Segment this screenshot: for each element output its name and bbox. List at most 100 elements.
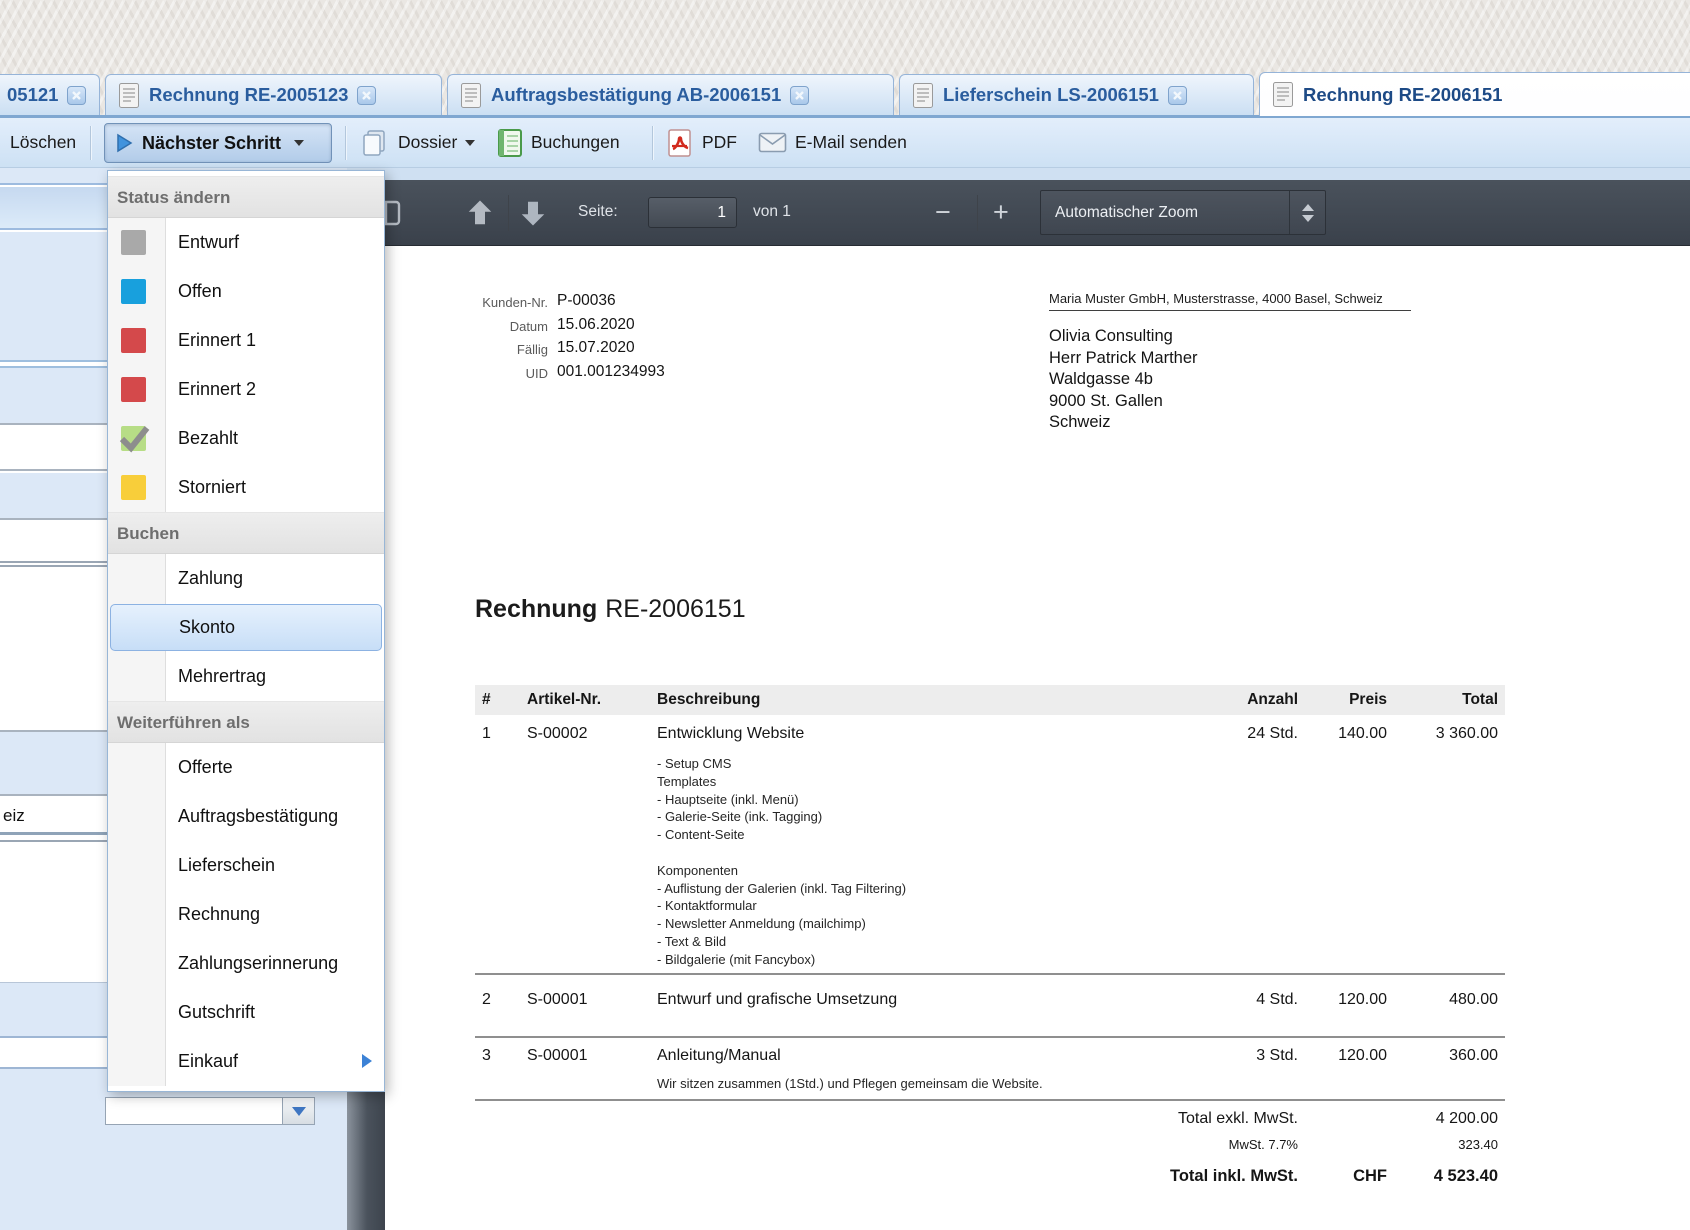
zoom-select[interactable]: Automatischer Zoom (1040, 190, 1326, 235)
menu-item-label: Entwurf (178, 232, 239, 253)
tab-auftragsbestaetigung-ab-2006151[interactable]: Auftragsbestätigung AB-2006151 (447, 74, 894, 115)
bookings-button[interactable]: Buchungen (497, 118, 620, 167)
total-excl-label: Total exkl. MwSt. (657, 1110, 1305, 1128)
menu-item-offerte[interactable]: Offerte (108, 743, 384, 792)
vat-label: MwSt. 7.7% (657, 1137, 1305, 1152)
menu-item-einkauf[interactable]: Einkauf (108, 1037, 384, 1086)
close-icon[interactable] (1168, 86, 1187, 105)
menu-item-label: Offerte (178, 757, 233, 778)
invoice-meta-block: Kunden-Nr.P-00036 Datum15.06.2020 Fällig… (475, 290, 665, 385)
menu-item-label: Bezahlt (178, 428, 238, 449)
totals-row-excl: Total exkl. MwSt. 4 200.00 (475, 1110, 1505, 1128)
menu-item-bezahlt[interactable]: Bezahlt (108, 414, 384, 463)
chevron-down-icon (465, 140, 475, 146)
table-row: 1 S-00002 Entwicklung Website 24 Std. 14… (475, 725, 1505, 743)
dossier-icon (360, 128, 390, 158)
meta-label: Fällig (475, 337, 548, 361)
chevron-down-icon (292, 1107, 306, 1116)
delete-button[interactable]: Löschen (10, 118, 76, 167)
menu-item-skonto[interactable]: Skonto (110, 604, 382, 651)
zoom-in-button[interactable]: + (993, 194, 1009, 230)
page-count-label: von 1 (753, 203, 791, 221)
cell-description: Entwicklung Website (657, 725, 1190, 743)
total-currency (1305, 1110, 1396, 1128)
page-down-icon[interactable] (518, 198, 548, 228)
toolbar-separator (652, 126, 654, 160)
buchungen-icon (497, 128, 523, 158)
menu-item-entwurf[interactable]: Entwurf (108, 218, 384, 267)
menu-item-erinnert-1[interactable]: Erinnert 1 (108, 316, 384, 365)
status-offen-icon (121, 279, 146, 304)
menu-item-storniert[interactable]: Storniert (108, 463, 384, 512)
field-text: eiz (3, 806, 25, 825)
tab-label: Lieferschein LS-2006151 (943, 84, 1159, 106)
delete-label: Löschen (10, 132, 76, 153)
cell-total: 360.00 (1396, 1047, 1505, 1065)
col-header-price: Preis (1305, 685, 1396, 715)
col-header-article: Artikel-Nr. (527, 685, 657, 715)
close-icon[interactable] (790, 86, 809, 105)
page-number-input[interactable] (648, 197, 737, 228)
total-incl-value: 4 523.40 (1396, 1167, 1505, 1186)
menu-item-erinnert-2[interactable]: Erinnert 2 (108, 365, 384, 414)
menu-item-zahlungserinnerung[interactable]: Zahlungserinnerung (108, 939, 384, 988)
menu-item-auftragsbestaetigung[interactable]: Auftragsbestätigung (108, 792, 384, 841)
col-header-description: Beschreibung (657, 685, 1190, 715)
cell-description: Entwurf und grafische Umsetzung (657, 991, 1190, 1009)
menu-item-label: Lieferschein (178, 855, 275, 876)
bezahlt-check-icon (116, 422, 152, 454)
tab-rechnung-re-2006151[interactable]: Rechnung RE-2006151 (1259, 72, 1690, 116)
menu-item-gutschrift[interactable]: Gutschrift (108, 988, 384, 1037)
chevron-down-icon (294, 140, 304, 146)
cell-article: S-00001 (527, 1047, 657, 1065)
recipient-address: Olivia Consulting Herr Patrick Marther W… (1049, 326, 1198, 434)
dossier-button[interactable]: Dossier (360, 118, 475, 167)
menu-item-label: Mehrertrag (178, 666, 266, 687)
cell-qty: 4 Std. (1190, 991, 1305, 1009)
close-icon[interactable] (357, 86, 376, 105)
receipt-icon (912, 82, 934, 109)
menu-item-zahlung[interactable]: Zahlung (108, 554, 384, 603)
toolbar-separator (977, 195, 978, 231)
cell-qty: 24 Std. (1190, 725, 1305, 743)
pdf-button[interactable]: PDF (666, 118, 737, 167)
currency-label: CHF (1305, 1167, 1396, 1186)
pdf-viewer-pane: Seite: von 1 − + Automatischer Zoom Kund… (347, 168, 1690, 1230)
pdf-toolbar: Seite: von 1 − + Automatischer Zoom (347, 180, 1690, 246)
cell-price: 140.00 (1305, 725, 1396, 743)
row-separator (475, 1036, 1505, 1038)
receipt-icon (460, 82, 482, 109)
page-up-icon[interactable] (465, 198, 495, 228)
tab-re-2005121[interactable]: 05121 (0, 74, 100, 115)
send-email-button[interactable]: E-Mail senden (758, 118, 907, 167)
table-bottom-separator (475, 1099, 1505, 1101)
menu-item-rechnung[interactable]: Rechnung (108, 890, 384, 939)
row-separator (475, 973, 1505, 975)
tab-label: Rechnung RE-2005123 (149, 84, 348, 106)
tab-rechnung-re-2005123[interactable]: Rechnung RE-2005123 (105, 74, 442, 115)
combobox-dropdown-button[interactable] (282, 1097, 315, 1125)
select-arrows-icon (1289, 191, 1325, 234)
menu-item-label: Auftragsbestätigung (178, 806, 338, 827)
tab-lieferschein-ls-2006151[interactable]: Lieferschein LS-2006151 (899, 74, 1254, 115)
menu-item-lieferschein[interactable]: Lieferschein (108, 841, 384, 890)
menu-item-label: Erinnert 2 (178, 379, 256, 400)
meta-label: Datum (475, 314, 548, 338)
zoom-out-button[interactable]: − (935, 194, 951, 230)
app-toolbar: Löschen Nächster Schritt Dossier Buchung… (0, 118, 1690, 168)
combobox-input[interactable] (105, 1097, 282, 1125)
tab-label: 05121 (7, 84, 58, 106)
menu-item-label: Storniert (178, 477, 246, 498)
meta-value: 15.07.2020 (557, 337, 635, 361)
menu-item-offen[interactable]: Offen (108, 267, 384, 316)
cell-pos: 2 (475, 991, 527, 1009)
cell-total: 480.00 (1396, 991, 1505, 1009)
menu-item-label: Zahlungserinnerung (178, 953, 338, 974)
cell-price: 120.00 (1305, 991, 1396, 1009)
close-icon[interactable] (67, 86, 86, 105)
col-header-qty: Anzahl (1190, 685, 1305, 715)
menu-item-mehrertrag[interactable]: Mehrertrag (108, 652, 384, 701)
next-step-button[interactable]: Nächster Schritt (104, 123, 332, 163)
totals-row-incl: Total inkl. MwSt. CHF 4 523.40 (475, 1167, 1505, 1186)
menu-header-weiterfuehren-als: Weiterführen als (108, 701, 384, 743)
